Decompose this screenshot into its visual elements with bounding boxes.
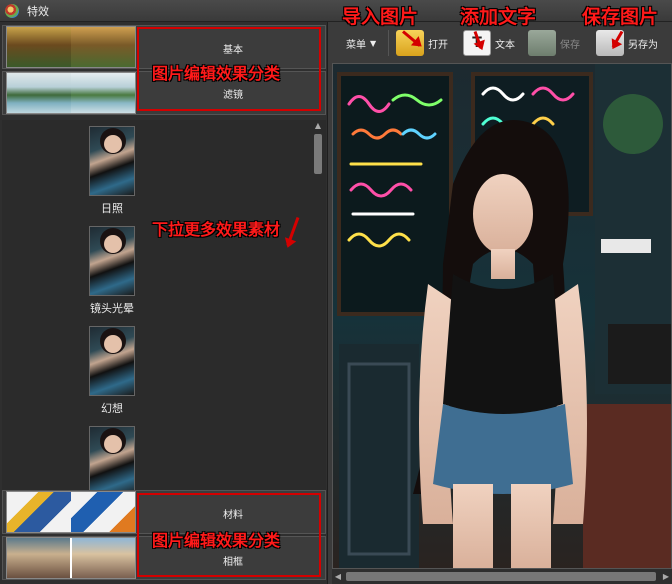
- effect-item-fantasy[interactable]: 幻想: [72, 326, 152, 416]
- category-material-thumbnail[interactable]: [6, 491, 136, 533]
- image-canvas[interactable]: [332, 63, 672, 569]
- effect-list-scrollbar[interactable]: ▲ ▼: [312, 120, 324, 510]
- effect-thumbnail[interactable]: [89, 426, 135, 496]
- category-filter-thumbnail[interactable]: [6, 72, 136, 114]
- window-title: 特效: [27, 4, 49, 18]
- canvas-horizontal-scrollbar[interactable]: ◀ ▶: [332, 569, 672, 584]
- app-window: 特效 基本 滤镜 图片编辑效果分类 日照 镜头光晕 幻想 ▲ 下拉更多效果素材 …: [0, 0, 672, 584]
- text-label: 文本: [495, 39, 515, 51]
- effect-item-lens-flare[interactable]: 镜头光晕: [72, 226, 152, 316]
- save-icon: [528, 30, 556, 56]
- effect-thumbnail[interactable]: [89, 226, 135, 296]
- scrollbar-thumb[interactable]: [346, 572, 656, 581]
- scroll-up-icon[interactable]: ▲: [312, 120, 324, 132]
- app-logo-icon: [5, 3, 19, 18]
- scrollbar-thumb[interactable]: [314, 134, 322, 174]
- annotation-import-image: 导入图片: [342, 6, 419, 28]
- save-label: 保存: [560, 39, 580, 51]
- annotation-save-image: 保存图片: [582, 6, 659, 28]
- category-frame-label: 相框: [223, 557, 243, 568]
- menu-button[interactable]: 菜单 ▼: [346, 28, 376, 58]
- effect-label: 幻想: [101, 402, 123, 415]
- annotation-add-text: 添加文字: [460, 6, 537, 28]
- scroll-right-icon[interactable]: ▶: [660, 569, 672, 584]
- category-basic-label: 基本: [223, 45, 243, 56]
- chevron-down-icon: ▼: [370, 38, 377, 48]
- annotation-arrow-down: [286, 216, 300, 247]
- save-button[interactable]: 保存: [528, 28, 580, 58]
- effect-label: 镜头光晕: [90, 302, 134, 315]
- category-filter-label: 滤镜: [223, 90, 243, 101]
- toolbar-separator: [388, 30, 389, 56]
- text-button[interactable]: T 文本: [463, 28, 515, 58]
- effect-thumbnail[interactable]: [89, 126, 135, 196]
- annotation-category-top: 图片编辑效果分类: [152, 64, 281, 83]
- effect-label: 日照: [101, 202, 123, 215]
- category-material-label: 材料: [223, 510, 243, 521]
- annotation-pull-more: 下拉更多效果素材: [152, 220, 281, 239]
- photo-image: [333, 64, 671, 568]
- annotation-category-bottom: 图片编辑效果分类: [152, 531, 281, 550]
- save-as-label: 另存为: [628, 39, 658, 51]
- title-bar: 特效: [0, 0, 672, 22]
- category-basic-thumbnail[interactable]: [6, 26, 136, 68]
- save-as-button[interactable]: 另存为: [596, 28, 658, 58]
- effect-item-more[interactable]: [72, 426, 152, 500]
- scroll-left-icon[interactable]: ◀: [332, 569, 344, 584]
- menu-label: 菜单: [346, 39, 366, 51]
- effects-panel: 基本 滤镜 图片编辑效果分类 日照 镜头光晕 幻想 ▲ 下拉更多效果素材 材料 …: [0, 22, 328, 584]
- open-label: 打开: [428, 39, 448, 51]
- effect-list: 日照 镜头光晕 幻想 ▲ ▼ 下拉更多效果素材: [2, 120, 326, 510]
- effect-item-sunlight[interactable]: 日照: [72, 126, 152, 216]
- category-frame-thumbnail[interactable]: [6, 537, 136, 579]
- effect-thumbnail[interactable]: [89, 326, 135, 396]
